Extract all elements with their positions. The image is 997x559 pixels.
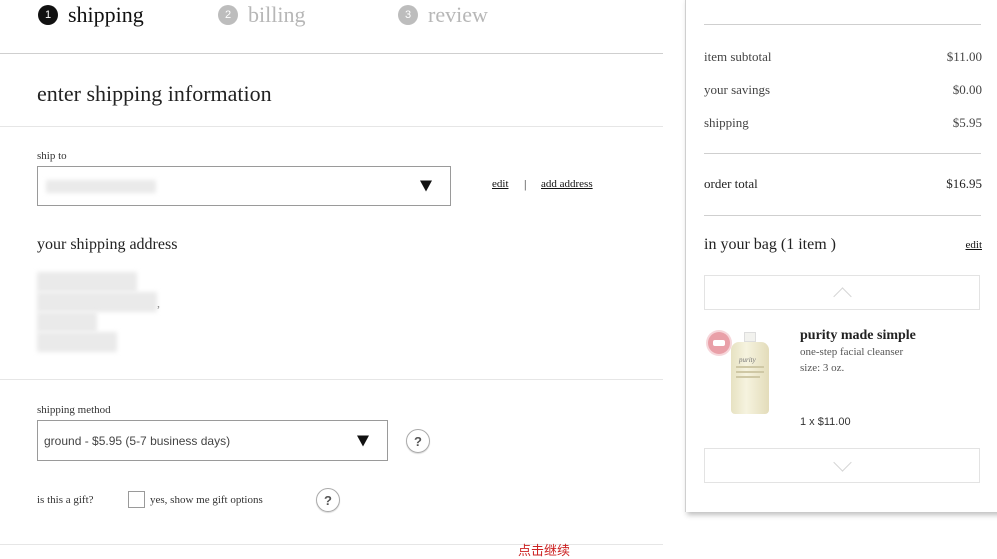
ship-to-select[interactable] (37, 166, 451, 206)
help-icon[interactable]: ? (406, 429, 430, 453)
bag-heading: in your bag (1 item ) (704, 236, 836, 253)
shipping-value: $5.95 (952, 115, 982, 130)
step-number: 1 (38, 5, 58, 25)
scroll-up-button[interactable] (704, 275, 980, 310)
continue-note: 点击继续 (518, 544, 571, 559)
shipping-label: shipping (704, 115, 749, 130)
gift-option-label: yes, show me gift options (150, 494, 263, 506)
shipping-method-value: ground - $5.95 (5-7 business days) (44, 434, 231, 448)
product-qty-price: 1 x $11.00 (800, 416, 851, 428)
product-image: purity (727, 332, 773, 416)
gift-label: is this a gift? (37, 494, 94, 506)
shipping-method-label: shipping method (37, 404, 111, 416)
summary-divider (704, 24, 981, 25)
bag-edit-link[interactable]: edit (966, 239, 983, 251)
order-total-value: $16.95 (946, 176, 982, 191)
product-size: size: 3 oz. (800, 362, 845, 374)
redacted-address-line (37, 292, 157, 312)
steps-divider (0, 53, 663, 54)
summary-divider (704, 215, 981, 216)
chevron-up-icon (833, 287, 852, 306)
edit-address-link[interactable]: edit (492, 178, 509, 190)
gift-checkbox[interactable] (128, 491, 145, 508)
redacted-address-line (37, 272, 137, 292)
savings-value: $0.00 (952, 82, 982, 97)
order-summary-panel: item subtotal $11.00 your savings $0.00 … (685, 0, 997, 512)
shipping-method-select[interactable]: ground - $5.95 (5-7 business days) (37, 420, 388, 461)
redacted-address-line (37, 312, 97, 332)
step-number: 3 (398, 5, 418, 25)
chevron-down-icon (357, 435, 369, 446)
redacted-address (46, 180, 156, 193)
section-divider (0, 379, 663, 380)
step-label: review (428, 2, 488, 27)
item-subtotal-label: item subtotal (704, 49, 772, 64)
step-label: shipping (68, 2, 144, 27)
savings-label: your savings (704, 82, 771, 97)
scroll-down-button[interactable] (704, 448, 980, 483)
chevron-down-icon (833, 453, 852, 472)
step-review: 3 review (398, 2, 488, 28)
step-billing: 2 billing (218, 2, 305, 28)
summary-divider (704, 153, 981, 154)
step-number: 2 (218, 5, 238, 25)
section-divider (0, 126, 663, 127)
link-separator: | (524, 177, 527, 191)
page-title: enter shipping information (37, 81, 272, 106)
order-total-label: order total (704, 176, 758, 191)
bottle-label: purity (739, 356, 756, 364)
step-label: billing (248, 2, 306, 27)
add-address-link[interactable]: add address (541, 178, 593, 190)
help-icon[interactable]: ? (316, 488, 340, 512)
ship-to-label: ship to (37, 150, 67, 162)
item-subtotal-value: $11.00 (946, 49, 982, 64)
step-shipping: 1 shipping (38, 2, 144, 28)
address-comma: , (157, 296, 160, 310)
redacted-address-line (37, 332, 117, 352)
shipping-address-heading: your shipping address (37, 236, 178, 253)
product-name[interactable]: purity made simple (800, 328, 916, 344)
chevron-down-icon (420, 180, 432, 192)
product-description: one-step facial cleanser (800, 346, 904, 358)
